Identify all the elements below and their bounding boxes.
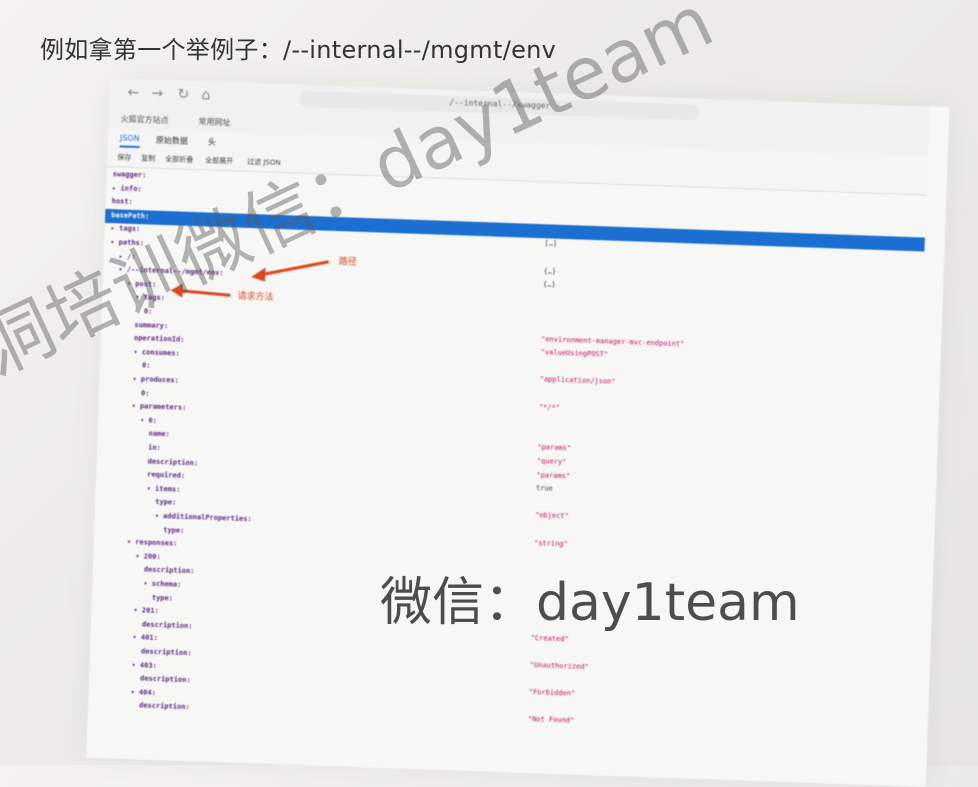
json-tree-row[interactable]: type: "string" [163, 525, 568, 548]
json-tree-row[interactable]: swagger: [112, 170, 147, 184]
json-key: ▾ produces: [132, 374, 179, 385]
json-tree-row[interactable]: ▾ parameters: [131, 402, 186, 417]
json-key: ▾ consumes: [133, 347, 180, 358]
json-tree-row[interactable]: in: "query" [147, 443, 567, 467]
json-key: ▾ schema: [143, 579, 182, 589]
collapse-all-button[interactable]: 全部折叠 [165, 154, 193, 165]
json-value: "query" [536, 457, 567, 467]
path-annotation: 路径 [338, 257, 357, 268]
json-key: ▾ items: [146, 484, 181, 494]
json-key: description: [138, 701, 190, 712]
method-annotation: 请求方法 [237, 291, 274, 303]
json-key: 0: [140, 388, 150, 398]
tab-headers[interactable]: 头 [208, 136, 216, 147]
json-tree-row[interactable]: description: "Forbidden" [139, 674, 575, 698]
json-tree-row[interactable]: ▾ produces: [132, 375, 179, 390]
save-button[interactable]: 保存 [117, 152, 131, 162]
copy-button[interactable]: 复制 [141, 153, 155, 163]
json-value: "environment-manager-mvc-endpoint" [541, 334, 685, 348]
json-tree-row[interactable]: ▾ 0: [140, 416, 157, 430]
json-tree-row[interactable]: ▸ info: [112, 184, 142, 198]
json-tree-row[interactable]: ▾ consumes: [133, 348, 180, 363]
json-key: type: [151, 593, 174, 603]
json-value: "valueUsingPOST" [540, 348, 609, 359]
json-key: name: [148, 429, 170, 439]
json-tree-row[interactable]: description: "Created" [141, 620, 569, 643]
reload-icon[interactable]: ↻ [177, 86, 189, 102]
json-tree-row[interactable]: description: "Unauthorized" [140, 647, 589, 671]
json-tree-row[interactable]: ▾ 201: [133, 606, 159, 620]
json-key: ▾ 201: [133, 606, 159, 616]
json-key: description: [140, 647, 192, 658]
json-tree-row[interactable]: 0: "application/json" [141, 361, 616, 387]
bookmark-item[interactable]: 常用网址 [198, 116, 230, 128]
json-key: ▾ additionalProperties: [154, 511, 252, 524]
center-watermark: 微信：day1team [380, 573, 800, 633]
json-key: type: [155, 498, 177, 507]
json-value: "Not Found" [527, 715, 575, 725]
json-tree-row[interactable]: name: "params" [148, 429, 571, 453]
json-tree-row[interactable]: ▾ responses: [127, 538, 178, 553]
json-value: "application/json" [539, 375, 616, 387]
json-key: swagger: [112, 170, 147, 180]
json-key: description: [143, 565, 195, 576]
json-tree-row[interactable]: required: true [147, 470, 553, 493]
json-value: "params" [537, 443, 572, 453]
json-tree-row[interactable]: description: "params" [147, 457, 571, 480]
json-tree-row[interactable]: ▾ 403: [131, 661, 157, 675]
home-icon[interactable]: ⌂ [201, 87, 210, 103]
json-key: description: [139, 674, 191, 685]
json-key: ▾ 401: [132, 633, 158, 643]
json-key: in: [147, 443, 161, 452]
json-value: "params" [536, 470, 571, 480]
json-value: "object" [534, 511, 569, 521]
tab-json[interactable]: JSON [119, 133, 140, 149]
json-key: ▾ 403: [131, 660, 157, 670]
json-value: "Unauthorized" [529, 661, 589, 672]
json-value: "Created" [530, 633, 569, 644]
json-tree-row[interactable]: ▾ schema: [143, 579, 181, 593]
json-key: ▾ responses: [126, 538, 178, 548]
json-key: description: [147, 457, 199, 467]
json-value: {…} [543, 266, 557, 276]
bookmark-item[interactable]: 火狐官方站点 [120, 113, 168, 126]
json-key: ▾ 404: [130, 687, 157, 697]
json-key: ▾ 200: [135, 551, 161, 561]
json-key: host: [111, 197, 133, 207]
json-tree-row[interactable]: ▾ 200: [135, 552, 161, 566]
back-icon[interactable]: ← [127, 85, 139, 101]
json-tree-row[interactable]: ▾ items: [146, 484, 181, 498]
json-tree-row[interactable]: description: [144, 566, 195, 581]
json-tree-row[interactable]: operationId: "valueUsingPOST" [133, 334, 608, 359]
json-value: "*/*" [538, 402, 560, 412]
json-key: ▾ 0: [139, 416, 158, 425]
json-key: ▾ parameters: [131, 402, 187, 413]
forward-icon[interactable]: → [151, 85, 163, 101]
json-key: operationId: [133, 334, 185, 344]
json-value: "string" [533, 538, 568, 548]
json-value: […] [544, 239, 558, 249]
json-tree-row[interactable]: type: "object" [155, 498, 569, 520]
json-tree-row[interactable]: ▾ 401: [132, 634, 158, 648]
json-value: {…} [542, 280, 556, 289]
json-key: description: [141, 620, 193, 631]
json-key: 0: [141, 361, 151, 370]
json-tree-row[interactable]: 0: "*/*" [140, 388, 560, 412]
json-key: type: [163, 525, 185, 535]
json-key: required: [147, 470, 186, 481]
json-tree-row[interactable]: type: [151, 593, 174, 607]
json-tree-row[interactable]: description: "Not Found" [138, 701, 574, 725]
tab-raw[interactable]: 原始数据 [156, 135, 188, 147]
expand-all-button[interactable]: 全部展开 [205, 155, 233, 166]
json-value: true [535, 484, 553, 493]
json-tree-row[interactable]: ▾ 404: [130, 688, 156, 702]
json-value: "Forbidden" [528, 688, 576, 698]
json-key: ▸ info: [112, 183, 142, 193]
